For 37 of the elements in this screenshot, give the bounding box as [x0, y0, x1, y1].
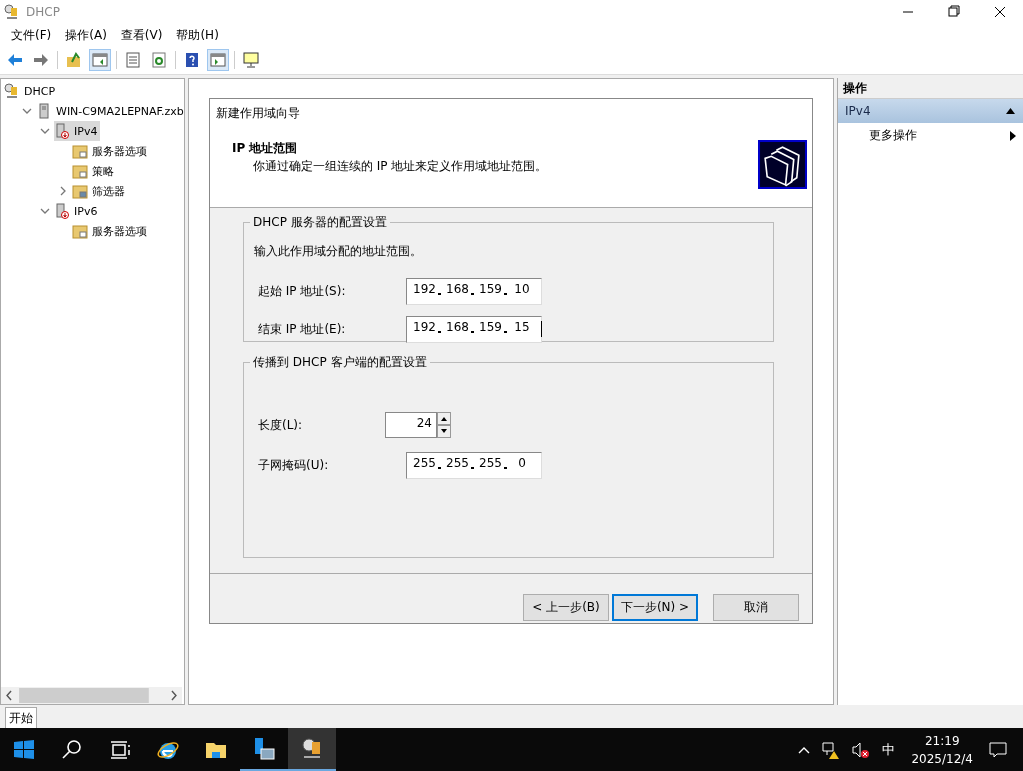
ip-address-field[interactable]: 192 168 159 10: [406, 277, 542, 305]
menu-item[interactable]: 文件(F): [4, 26, 59, 44]
instruction-text: 输入此作用域分配的地址范围。: [254, 243, 423, 260]
actions-header: 操作: [838, 78, 1023, 99]
field-label: 长度(L):: [257, 416, 304, 434]
length-field[interactable]: 24: [385, 412, 437, 438]
input-method-indicator[interactable]: 中: [882, 740, 896, 759]
window-title: DHCP: [26, 5, 60, 19]
menu-item[interactable]: 查看(V): [113, 26, 170, 44]
tree-item[interactable]: 服务器选项: [72, 221, 150, 241]
tree-item[interactable]: 筛选器: [72, 181, 128, 201]
page-description: 你通过确定一组连续的 IP 地址来定义作用域地址范围。: [252, 158, 548, 175]
ip-address-field[interactable]: 192 168 159 15: [406, 315, 542, 343]
clock-time[interactable]: 21:19: [924, 733, 960, 748]
actions-section[interactable]: IPv4: [838, 99, 1023, 123]
clock-date[interactable]: 2025/12/4: [911, 751, 973, 766]
menu-item[interactable]: 帮助(H): [169, 26, 226, 44]
field-label: 起始 IP 地址(S):: [257, 282, 347, 300]
ip-address-field[interactable]: 255 255 255 0: [406, 451, 542, 479]
field-label: 结束 IP 地址(E):: [257, 320, 347, 338]
wizard-button[interactable]: 下一步(N) >: [612, 594, 698, 621]
tree-item[interactable]: IPv4: [54, 121, 101, 141]
wizard-button[interactable]: 取消: [713, 594, 799, 621]
action-item[interactable]: 更多操作: [869, 127, 917, 144]
group-title: 传播到 DHCP 客户端的配置设置: [252, 354, 428, 371]
menu-item[interactable]: 操作(A): [58, 26, 114, 44]
tree-item[interactable]: DHCP: [4, 81, 59, 101]
tree-item[interactable]: WIN-C9MA2LEPNAF.zxb: [36, 101, 184, 121]
wizard-button[interactable]: < 上一步(B): [523, 594, 609, 621]
field-label: 子网掩码(U):: [257, 456, 330, 474]
tab[interactable]: 开始: [5, 707, 37, 728]
page-heading: IP 地址范围: [232, 140, 299, 157]
tree-item[interactable]: IPv6: [54, 201, 101, 221]
group-title: DHCP 服务器的配置设置: [252, 214, 388, 231]
tree-item[interactable]: 服务器选项: [72, 141, 150, 161]
dialog-title: 新建作用域向导: [210, 99, 812, 127]
tree-item[interactable]: 策略: [72, 161, 117, 181]
